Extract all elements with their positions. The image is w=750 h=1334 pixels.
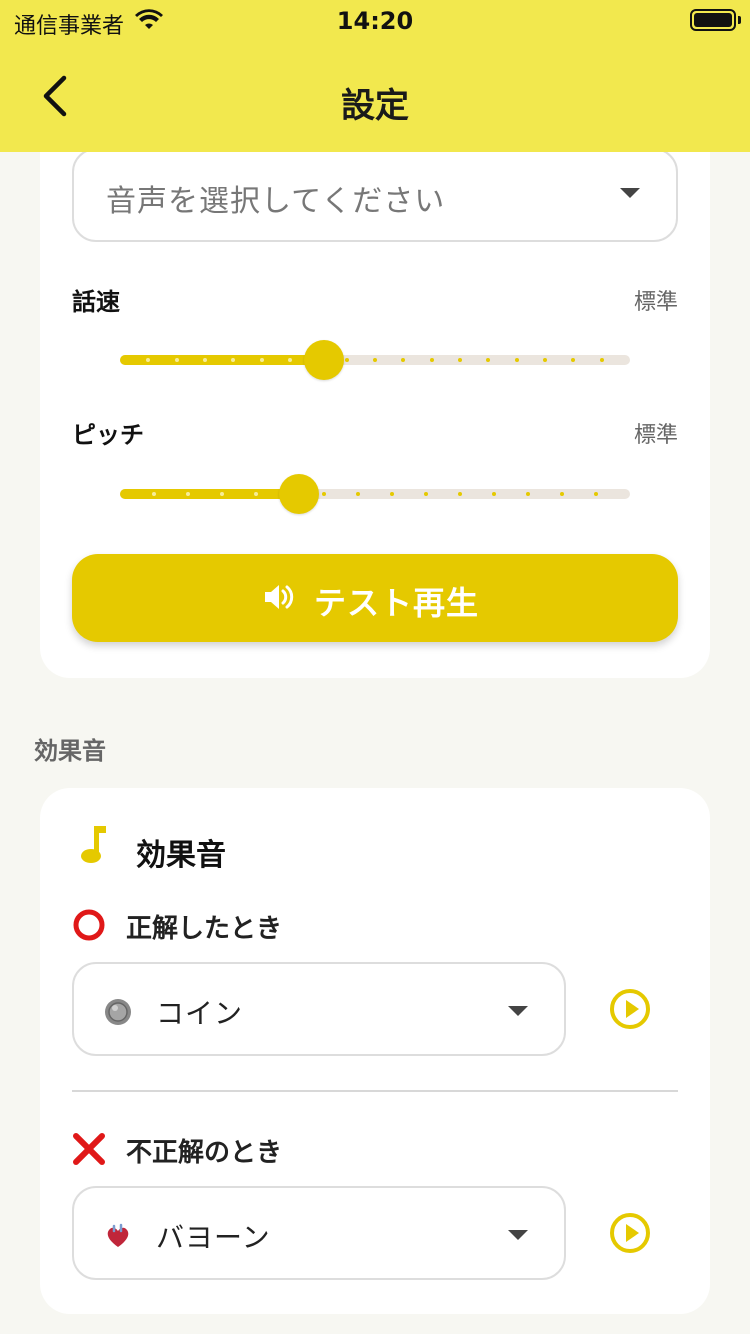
slider-tick bbox=[458, 358, 462, 362]
slider-tick bbox=[401, 358, 405, 362]
incorrect-sound-select[interactable]: バヨーン bbox=[72, 1186, 566, 1280]
play-icon[interactable] bbox=[609, 1212, 651, 1254]
slider-tick bbox=[322, 492, 326, 496]
sound-effects-card: 効果音 正解したとき コイン 不正解のとき バヨーン bbox=[40, 788, 710, 1314]
speed-label: 話速 bbox=[72, 288, 120, 316]
pitch-slider-fill bbox=[120, 489, 299, 499]
pitch-label: ピッチ bbox=[72, 421, 144, 449]
pitch-slider[interactable] bbox=[120, 474, 630, 514]
speed-value: 標準 bbox=[633, 290, 678, 315]
pitch-value: 標準 bbox=[633, 423, 678, 448]
slider-tick bbox=[492, 492, 496, 496]
slider-tick bbox=[515, 358, 519, 362]
slider-tick bbox=[146, 358, 150, 362]
slider-tick bbox=[373, 358, 377, 362]
divider bbox=[72, 1090, 678, 1092]
incorrect-sound-name: バヨーン bbox=[156, 1221, 271, 1254]
speaker-icon bbox=[265, 585, 294, 609]
correct-sound-name: コイン bbox=[156, 997, 244, 1030]
test-play-button[interactable]: テスト再生 bbox=[72, 554, 678, 642]
status-bar: 通信事業者 14:20 bbox=[0, 0, 750, 40]
heart-icon bbox=[107, 1223, 129, 1247]
chevron-down-icon bbox=[508, 1006, 528, 1016]
slider-tick bbox=[231, 358, 235, 362]
slider-tick bbox=[543, 358, 547, 362]
chevron-down-icon bbox=[508, 1230, 528, 1240]
slider-tick bbox=[356, 492, 360, 496]
slider-tick bbox=[430, 358, 434, 362]
test-play-label: テスト再生 bbox=[314, 584, 480, 622]
slider-tick bbox=[560, 492, 564, 496]
battery-icon bbox=[690, 9, 736, 31]
pitch-slider-thumb[interactable] bbox=[279, 474, 319, 514]
slider-tick bbox=[600, 358, 604, 362]
coin-icon bbox=[105, 999, 131, 1025]
correct-sound-select[interactable]: コイン bbox=[72, 962, 566, 1056]
circle-icon bbox=[73, 909, 105, 941]
slider-tick bbox=[203, 358, 207, 362]
slider-tick bbox=[571, 358, 575, 362]
voice-settings-card: 音声を選択してください 話速 標準 ピッチ 標準 テスト再生 bbox=[40, 110, 710, 678]
clock: 14:20 bbox=[336, 7, 414, 35]
chevron-down-icon bbox=[620, 188, 640, 198]
app-header: 通信事業者 14:20 設定 bbox=[0, 0, 750, 152]
slider-tick bbox=[345, 358, 349, 362]
cross-icon bbox=[73, 1133, 105, 1165]
slider-tick bbox=[175, 358, 179, 362]
slider-tick bbox=[186, 492, 190, 496]
correct-label: 正解したとき bbox=[126, 914, 283, 944]
voice-select-placeholder: 音声を選択してください bbox=[106, 184, 446, 219]
music-note-icon bbox=[81, 826, 106, 863]
card-title: 効果音 bbox=[136, 838, 226, 873]
page-title: 設定 bbox=[341, 86, 409, 126]
slider-tick bbox=[594, 492, 598, 496]
section-title-sound-effects: 効果音 bbox=[34, 737, 106, 765]
slider-tick bbox=[458, 492, 462, 496]
slider-tick bbox=[486, 358, 490, 362]
slider-tick bbox=[424, 492, 428, 496]
slider-tick bbox=[390, 492, 394, 496]
slider-tick bbox=[526, 492, 530, 496]
battery-tip bbox=[738, 16, 741, 24]
voice-select[interactable]: 音声を選択してください bbox=[72, 148, 678, 242]
speed-slider-thumb[interactable] bbox=[304, 340, 344, 380]
slider-tick bbox=[260, 358, 264, 362]
speed-slider-fill bbox=[120, 355, 324, 365]
slider-tick bbox=[254, 492, 258, 496]
speed-slider[interactable] bbox=[120, 340, 630, 380]
slider-tick bbox=[288, 358, 292, 362]
play-icon[interactable] bbox=[609, 988, 651, 1030]
incorrect-label: 不正解のとき bbox=[126, 1138, 283, 1168]
slider-tick bbox=[152, 492, 156, 496]
slider-tick bbox=[220, 492, 224, 496]
